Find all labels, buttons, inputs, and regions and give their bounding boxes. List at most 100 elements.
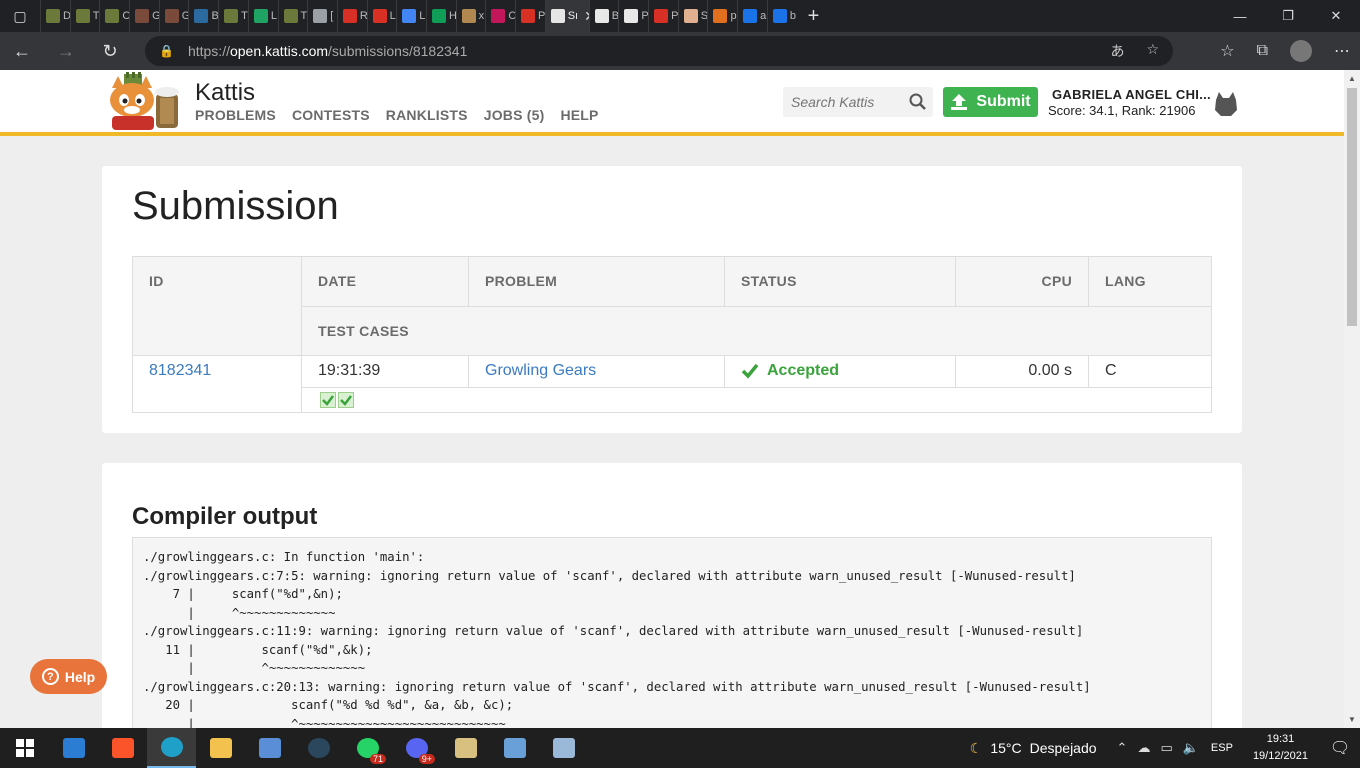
steam-app[interactable] <box>294 728 343 768</box>
browser-tab[interactable]: L <box>366 0 397 32</box>
tab-label: L <box>419 10 426 22</box>
browser-tab[interactable]: p <box>707 0 737 32</box>
browser-tab[interactable]: C <box>485 0 515 32</box>
browser-tab[interactable]: R <box>336 0 367 32</box>
favicon-icon <box>431 9 446 23</box>
favorites-icon[interactable]: ☆ <box>1220 41 1234 61</box>
clock[interactable]: 19:31 19/12/2021 <box>1253 731 1308 765</box>
forward-button[interactable]: → <box>44 32 88 70</box>
browser-tab[interactable]: D <box>40 0 70 32</box>
add-favorite-icon[interactable]: ☆ <box>1146 41 1159 61</box>
page-scrollbar[interactable]: ▲ ▼ <box>1344 70 1360 728</box>
scroll-down-icon[interactable]: ▼ <box>1344 715 1360 724</box>
nav-jobs[interactable]: JOBS (5) <box>484 107 545 123</box>
browser-tab[interactable]: B <box>588 0 618 32</box>
scroll-up-icon[interactable]: ▲ <box>1344 74 1360 83</box>
browser-tab[interactable]: G <box>158 0 188 32</box>
edge-app[interactable] <box>147 728 196 768</box>
whatsapp-app[interactable]: 71 <box>343 728 392 768</box>
favicon-icon <box>46 9 60 23</box>
search-icon[interactable] <box>909 93 927 111</box>
browser-tab[interactable]: [ <box>307 0 337 32</box>
mail-app[interactable] <box>49 728 98 768</box>
submission-id-link[interactable]: 8182341 <box>133 355 301 412</box>
help-button[interactable]: ? Help <box>30 659 107 694</box>
notepad-icon <box>552 738 575 758</box>
user-name[interactable]: GABRIELA ANGEL CHI... <box>1052 87 1211 102</box>
discord-app[interactable]: 9+ <box>392 728 441 768</box>
language: C <box>1088 355 1211 387</box>
weather-widget[interactable]: ☾ 15°C Despejado <box>970 740 1097 757</box>
back-button[interactable]: ← <box>0 32 44 70</box>
problem-link[interactable]: Growling Gears <box>468 355 724 387</box>
brand-name[interactable]: Kattis <box>195 79 255 107</box>
taskbar-apps: 71 9+ <box>0 728 588 768</box>
compiler-output-line: ./growlinggears.c:11:9: warning: ignorin… <box>143 624 1084 638</box>
brave-app[interactable] <box>98 728 147 768</box>
browser-tab[interactable]: x <box>455 0 486 32</box>
minimize-icon[interactable]: — <box>1216 0 1264 32</box>
cpu-time: 0.00 s <box>955 355 1088 387</box>
browser-tab[interactable]: b <box>766 0 797 32</box>
browser-tab[interactable]: B <box>188 0 218 32</box>
user-avatar-icon[interactable] <box>1213 92 1239 116</box>
compiler-output-line: 11 | scanf("%d",&k); <box>143 642 373 657</box>
more-menu-icon[interactable]: ⋯ <box>1334 41 1350 61</box>
favicon-icon <box>772 9 787 23</box>
lock-icon[interactable]: 🔒 <box>159 44 174 58</box>
browser-tab[interactable]: P <box>618 0 648 32</box>
favicon-icon <box>194 9 209 23</box>
column-header-date: DATE <box>301 257 468 306</box>
test-case-passed-icon[interactable] <box>338 392 354 408</box>
nav-contests[interactable]: CONTESTS <box>292 107 370 123</box>
new-tab-button[interactable]: + <box>797 5 831 28</box>
browser-tab[interactable]: L <box>396 0 426 32</box>
nav-help[interactable]: HELP <box>560 107 598 123</box>
address-bar[interactable]: 🔒 https://open.kattis.com/submissions/81… <box>145 36 1173 66</box>
browser-tab[interactable]: P <box>515 0 545 32</box>
tab-label: [ <box>330 10 334 22</box>
file-explorer-app[interactable] <box>196 728 245 768</box>
read-aloud-icon[interactable]: あ <box>1110 41 1124 61</box>
network-icon[interactable]: ▭ <box>1160 740 1172 756</box>
browser-tab[interactable]: L <box>247 0 278 32</box>
browser-tab[interactable]: G <box>129 0 159 32</box>
profile-avatar[interactable] <box>1290 40 1312 62</box>
tab-actions-icon[interactable]: ▢ <box>0 0 40 32</box>
browser-tab[interactable]: T <box>218 0 248 32</box>
nav-ranklists[interactable]: RANKLISTS <box>386 107 468 123</box>
collections-icon[interactable]: ⧉ <box>1257 42 1268 60</box>
browser-tab[interactable]: T <box>69 0 99 32</box>
url-host: open.kattis.com <box>229 43 329 59</box>
user-score: Score: 34.1, Rank: 21906 <box>1048 103 1196 118</box>
browser-tab[interactable]: P <box>648 0 678 32</box>
notes-app[interactable] <box>539 728 588 768</box>
photos-app[interactable] <box>490 728 539 768</box>
paint-app[interactable] <box>441 728 490 768</box>
tab-label: P <box>641 10 649 22</box>
browser-tab[interactable]: a <box>737 0 767 32</box>
store-app[interactable] <box>245 728 294 768</box>
browser-tab[interactable]: S <box>677 0 707 32</box>
search-input[interactable] <box>791 94 901 110</box>
nav-problems[interactable]: PROBLEMS <box>195 107 276 123</box>
browser-tab[interactable]: C <box>99 0 129 32</box>
table-row: 8182341 19:31:39 Growling Gears Accepted… <box>133 355 1211 412</box>
tab-label: T <box>241 10 248 22</box>
input-language[interactable]: ESP <box>1211 742 1233 754</box>
tab-active[interactable]: Sı✕ <box>544 0 589 32</box>
start-button[interactable] <box>0 728 49 768</box>
kattis-logo[interactable] <box>104 72 190 132</box>
notifications-icon[interactable]: 🗨 <box>1320 738 1360 758</box>
test-case-passed-icon[interactable] <box>320 392 336 408</box>
restore-icon[interactable]: ❐ <box>1264 0 1312 32</box>
submit-button[interactable]: Submit <box>943 87 1038 117</box>
chevron-up-icon[interactable]: ⌃ <box>1117 740 1128 756</box>
reload-button[interactable]: ↻ <box>88 32 132 70</box>
scrollbar-thumb[interactable] <box>1347 88 1357 326</box>
volume-icon[interactable]: 🔈 <box>1183 740 1199 756</box>
browser-tab[interactable]: T <box>277 0 307 32</box>
browser-tab[interactable]: H <box>425 0 456 32</box>
close-window-icon[interactable]: ✕ <box>1312 0 1360 32</box>
cloud-icon[interactable]: ☁ <box>1137 740 1150 756</box>
